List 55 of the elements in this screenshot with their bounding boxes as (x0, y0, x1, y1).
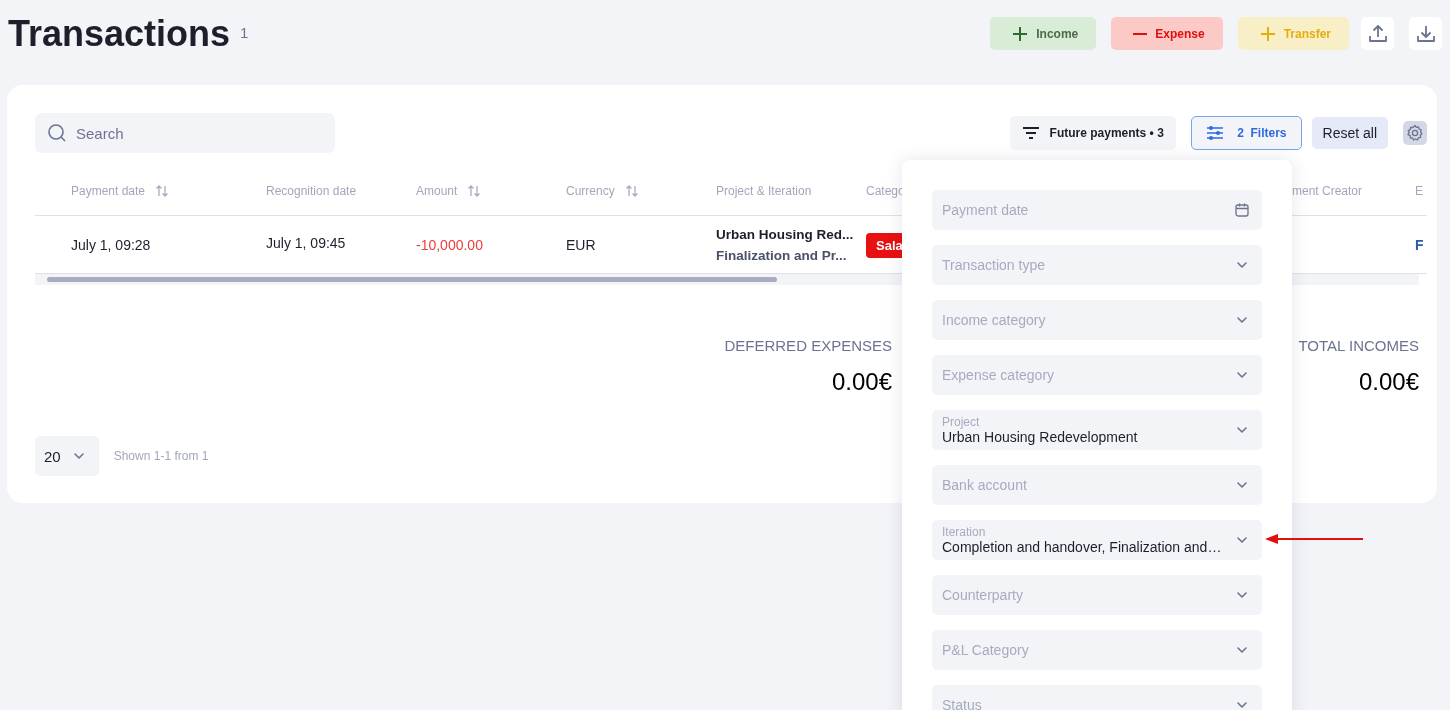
column-header: Currency (566, 184, 615, 198)
plus-icon (1259, 25, 1276, 42)
summary-label: DEFERRED EXPENSES (724, 337, 892, 354)
upload-icon (1367, 23, 1388, 44)
column-header: Recognition date (266, 184, 357, 198)
filter-lines-icon (1021, 126, 1040, 140)
settings-button[interactable] (1403, 121, 1427, 145)
minus-icon (1133, 32, 1148, 35)
summary-value: 0.00€ (831, 368, 892, 396)
project-name: Urban Housing Red... (716, 226, 855, 242)
summary-value: 0.00€ (1358, 368, 1419, 396)
sort-icon[interactable] (155, 184, 170, 198)
column-header: Project & Iteration (716, 184, 812, 198)
income-button[interactable]: Income (990, 17, 1097, 50)
pagination-info: Shown 1-1 from 1 (113, 449, 209, 463)
download-button[interactable] (1409, 17, 1442, 50)
expense-button[interactable]: Expense (1111, 17, 1223, 50)
iteration-name: Finalization and Pr... (716, 247, 848, 263)
plus-icon (1012, 25, 1029, 42)
calendar-icon (1234, 202, 1250, 218)
search-field[interactable]: Search (35, 113, 335, 153)
column-header: ment Creator (1292, 184, 1363, 198)
filter-field[interactable]: Bank account (932, 465, 1262, 505)
reset-all-button[interactable]: Reset all (1311, 117, 1388, 149)
category-tag: Sala (866, 232, 903, 258)
table-link[interactable]: F (1415, 236, 1427, 253)
sort-icon[interactable] (624, 184, 639, 198)
download-icon (1415, 23, 1436, 44)
filter-field[interactable]: Payment date (932, 190, 1262, 230)
sort-icon[interactable] (467, 184, 482, 198)
table-cell-text: July 1, 09:45 (266, 234, 347, 251)
upload-button[interactable] (1361, 17, 1394, 50)
summary-label: TOTAL INCOMES (1298, 337, 1419, 354)
column-header: Amount (416, 184, 458, 198)
sliders-icon (1205, 125, 1224, 141)
filters-button[interactable]: 2 Filters (1190, 116, 1302, 150)
page-size-select[interactable]: 20 (35, 436, 99, 476)
filter-field[interactable]: Project Urban Housing Redevelopment (932, 410, 1262, 450)
amount-cell-text: -10,000.00 (416, 236, 484, 253)
column-header: Payment date (71, 184, 146, 198)
filter-field[interactable]: Transaction type (932, 245, 1262, 285)
page-title: Transactions (8, 14, 231, 54)
column-header: E (1415, 184, 1423, 198)
table-cell-text: July 1, 09:28 (71, 236, 152, 253)
filter-field[interactable]: Expense category (932, 355, 1262, 395)
filter-field[interactable]: P&L Category (932, 630, 1262, 670)
table-cell-text: EUR (566, 236, 597, 253)
filter-field[interactable]: Iteration Completion and handover, Finalization and… (932, 520, 1262, 560)
filter-field[interactable]: Counterparty (932, 575, 1262, 615)
future-payments-button[interactable]: Future payments • 3 (1009, 116, 1176, 150)
filter-field[interactable]: Status (932, 685, 1262, 710)
filter-field[interactable]: Income category (932, 300, 1262, 340)
transaction-count: 1 (240, 24, 249, 41)
transfer-button[interactable]: Transfer (1237, 17, 1349, 50)
search-icon (47, 123, 67, 143)
